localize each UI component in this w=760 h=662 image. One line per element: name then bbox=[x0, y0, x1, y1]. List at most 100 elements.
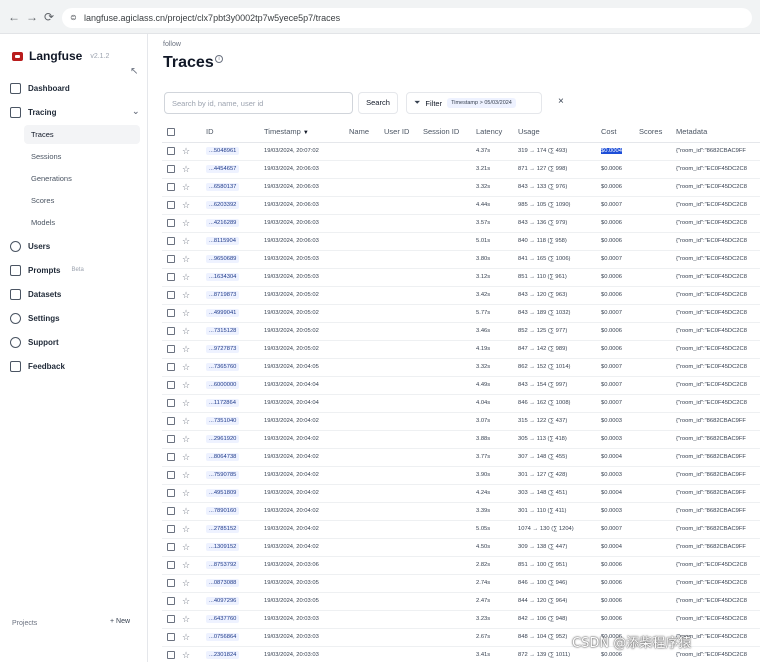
column-header-id[interactable]: ID bbox=[206, 122, 264, 143]
trace-id-cell[interactable]: ...7590785 bbox=[206, 466, 264, 485]
sidebar-item-datasets[interactable]: Datasets bbox=[10, 284, 61, 304]
star-icon[interactable]: ☆ bbox=[182, 524, 190, 534]
trace-id-cell-value[interactable]: ...6437760 bbox=[206, 615, 240, 623]
trace-id-cell-value[interactable]: ...6203392 bbox=[206, 201, 240, 209]
reload-icon[interactable]: ⟳ bbox=[44, 10, 54, 24]
table-row[interactable]: ☆ ...9727873 19/03/2024, 20:05:02 4.19s 847 … bbox=[162, 340, 760, 359]
table-row[interactable]: ☆ ...5048961 19/03/2024, 20:07:02 4.37s 319 … bbox=[162, 142, 760, 161]
row-checkbox[interactable] bbox=[167, 363, 175, 371]
breadcrumb[interactable]: follow bbox=[163, 41, 181, 48]
table-row[interactable]: ☆ ...1634304 19/03/2024, 20:05:03 3.12s 851 … bbox=[162, 268, 760, 287]
trace-id-cell-value[interactable]: ...8064738 bbox=[206, 453, 240, 461]
table-row[interactable]: ☆ ...6000000 19/03/2024, 20:04:04 4.49s 843 … bbox=[162, 376, 760, 395]
table-row[interactable]: ☆ ...8753792 19/03/2024, 20:03:06 2.82s 851 … bbox=[162, 556, 760, 575]
trace-id-cell-value[interactable]: ...9727873 bbox=[206, 345, 240, 353]
filter-button[interactable]: ⏷ Filter Timestamp > 05/03/2024 bbox=[406, 92, 542, 114]
trace-id-cell[interactable]: ...8064738 bbox=[206, 448, 264, 467]
row-checkbox[interactable] bbox=[167, 453, 175, 461]
trace-id-cell-value[interactable]: ...4951809 bbox=[206, 489, 240, 497]
row-checkbox[interactable] bbox=[167, 399, 175, 407]
search-button[interactable]: Search bbox=[358, 92, 398, 114]
trace-id-cell[interactable]: ...7315128 bbox=[206, 322, 264, 341]
trace-id-cell-value[interactable]: ...4097296 bbox=[206, 597, 240, 605]
trace-id-cell[interactable]: ...6203392 bbox=[206, 196, 264, 215]
trace-id-cell-value[interactable]: ...4454657 bbox=[206, 165, 240, 173]
trace-id-cell[interactable]: ...4999041 bbox=[206, 304, 264, 323]
trace-id-cell[interactable]: ...4951809 bbox=[206, 484, 264, 503]
row-checkbox[interactable] bbox=[167, 201, 175, 209]
trace-id-cell[interactable]: ...8115904 bbox=[206, 232, 264, 251]
table-row[interactable]: ☆ ...8064738 19/03/2024, 20:04:02 3.77s 307 … bbox=[162, 448, 760, 467]
sidebar-item-dashboard[interactable]: Dashboard bbox=[10, 78, 70, 98]
table-row[interactable]: ☆ ...4216289 19/03/2024, 20:06:03 3.57s 843 … bbox=[162, 214, 760, 233]
row-checkbox[interactable] bbox=[167, 525, 175, 533]
row-checkbox[interactable] bbox=[167, 219, 175, 227]
trace-id-cell-value[interactable]: ...2961920 bbox=[206, 435, 240, 443]
row-checkbox[interactable] bbox=[167, 633, 175, 641]
star-icon[interactable]: ☆ bbox=[182, 416, 190, 426]
row-checkbox[interactable] bbox=[167, 597, 175, 605]
row-checkbox[interactable] bbox=[167, 471, 175, 479]
table-row[interactable]: ☆ ...8719873 19/03/2024, 20:05:02 3.42s 843 … bbox=[162, 286, 760, 305]
row-checkbox[interactable] bbox=[167, 327, 175, 335]
trace-id-cell[interactable]: ...0756864 bbox=[206, 628, 264, 647]
star-icon[interactable]: ☆ bbox=[182, 488, 190, 498]
star-icon[interactable]: ☆ bbox=[182, 506, 190, 516]
sidebar-subitem-generations[interactable]: Generations bbox=[24, 169, 140, 188]
sidebar-item-feedback[interactable]: Feedback bbox=[10, 356, 65, 376]
trace-id-cell-value[interactable]: ...8719873 bbox=[206, 291, 240, 299]
row-checkbox[interactable] bbox=[167, 147, 175, 155]
trace-id-cell[interactable]: ...7351040 bbox=[206, 412, 264, 431]
column-header-metadata[interactable]: Metadata bbox=[676, 122, 760, 143]
trace-id-cell-value[interactable]: ...0873088 bbox=[206, 579, 240, 587]
table-row[interactable]: ☆ ...7365760 19/03/2024, 20:04:05 3.32s 862 … bbox=[162, 358, 760, 377]
star-icon[interactable]: ☆ bbox=[182, 200, 190, 210]
trace-id-cell-value[interactable]: ...1634304 bbox=[206, 273, 240, 281]
star-icon[interactable]: ☆ bbox=[182, 470, 190, 480]
trace-id-cell-value[interactable]: ...6580137 bbox=[206, 183, 240, 191]
star-icon[interactable]: ☆ bbox=[182, 164, 190, 174]
trace-id-cell-value[interactable]: ...7315128 bbox=[206, 327, 240, 335]
trace-id-cell-value[interactable]: ...2301824 bbox=[206, 651, 240, 659]
star-icon[interactable]: ☆ bbox=[182, 614, 190, 624]
trace-id-cell-value[interactable]: ...6000000 bbox=[206, 381, 240, 389]
sidebar-item-prompts[interactable]: Prompts Beta bbox=[10, 260, 84, 280]
sidebar-item-settings[interactable]: Settings bbox=[10, 308, 60, 328]
column-header-scores[interactable]: Scores bbox=[639, 122, 676, 143]
row-checkbox[interactable] bbox=[167, 291, 175, 299]
row-checkbox[interactable] bbox=[167, 561, 175, 569]
row-checkbox[interactable] bbox=[167, 255, 175, 263]
table-row[interactable]: ☆ ...6580137 19/03/2024, 20:06:03 3.32s 843 … bbox=[162, 178, 760, 197]
star-icon[interactable]: ☆ bbox=[182, 218, 190, 228]
row-checkbox[interactable] bbox=[167, 345, 175, 353]
trace-id-cell[interactable]: ...8753792 bbox=[206, 556, 264, 575]
trace-id-cell[interactable]: ...1309152 bbox=[206, 538, 264, 557]
trace-id-cell[interactable]: ...4454657 bbox=[206, 160, 264, 179]
table-row[interactable]: ☆ ...0873088 19/03/2024, 20:03:05 2.74s 846 … bbox=[162, 574, 760, 593]
site-info-icon[interactable]: ⊜ bbox=[70, 8, 77, 28]
trace-id-cell-value[interactable]: ...7590785 bbox=[206, 471, 240, 479]
trace-id-cell-value[interactable]: ...8753792 bbox=[206, 561, 240, 569]
filter-chip[interactable]: Timestamp > 05/03/2024 bbox=[447, 98, 516, 108]
row-checkbox[interactable] bbox=[167, 417, 175, 425]
star-icon[interactable]: ☆ bbox=[182, 632, 190, 642]
row-checkbox[interactable] bbox=[167, 543, 175, 551]
trace-id-cell[interactable]: ...6437760 bbox=[206, 610, 264, 629]
table-row[interactable]: ☆ ...6437760 19/03/2024, 20:03:03 3.23s 842 … bbox=[162, 610, 760, 629]
star-icon[interactable]: ☆ bbox=[182, 254, 190, 264]
column-header-user-id[interactable]: User ID bbox=[384, 122, 423, 143]
trace-id-cell[interactable]: ...8719873 bbox=[206, 286, 264, 305]
sidebar-subitem-models[interactable]: Models bbox=[24, 213, 140, 232]
row-checkbox[interactable] bbox=[167, 489, 175, 497]
star-icon[interactable]: ☆ bbox=[182, 362, 190, 372]
row-checkbox[interactable] bbox=[167, 309, 175, 317]
trace-id-cell[interactable]: ...2961920 bbox=[206, 430, 264, 449]
address-bar[interactable]: ⊜ langfuse.agiclass.cn/project/clx7pbt3y… bbox=[62, 8, 752, 28]
sidebar-subitem-scores[interactable]: Scores bbox=[24, 191, 140, 210]
star-icon[interactable]: ☆ bbox=[182, 146, 190, 156]
trace-id-cell-value[interactable]: ...4999041 bbox=[206, 309, 240, 317]
star-icon[interactable]: ☆ bbox=[182, 236, 190, 246]
star-icon[interactable]: ☆ bbox=[182, 596, 190, 606]
app-logo[interactable]: Langfuse v2.1.2 bbox=[12, 48, 109, 64]
trace-id-cell[interactable]: ...1172864 bbox=[206, 394, 264, 413]
